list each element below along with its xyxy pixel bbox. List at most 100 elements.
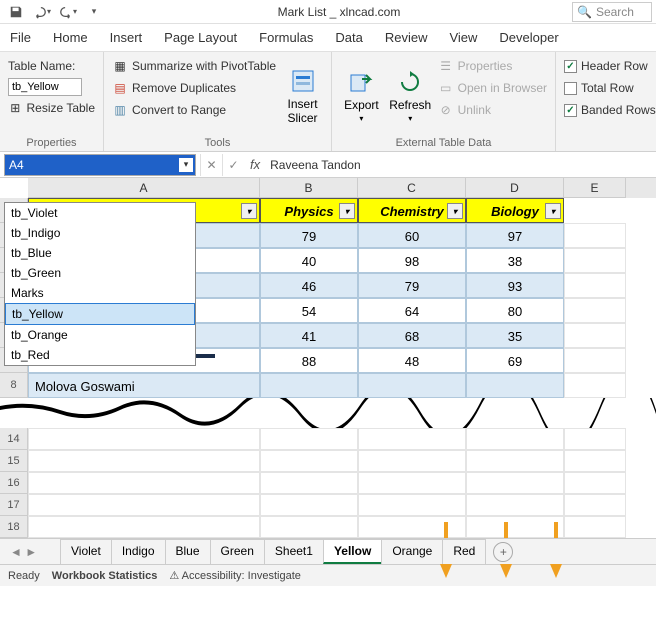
insert-slicer-button[interactable]: Insert Slicer: [282, 56, 323, 135]
filter-icon[interactable]: ▾: [545, 203, 561, 219]
name-box[interactable]: A4 ▾: [4, 154, 196, 176]
cell[interactable]: [564, 516, 626, 538]
tab-view[interactable]: View: [447, 26, 479, 49]
cell[interactable]: [28, 450, 260, 472]
qat-more-icon[interactable]: ▾: [82, 2, 106, 22]
row-header[interactable]: 17: [0, 494, 28, 516]
row-header[interactable]: 14: [0, 428, 28, 450]
cell[interactable]: [466, 494, 564, 516]
tab-data[interactable]: Data: [333, 26, 364, 49]
cell[interactable]: [358, 516, 466, 538]
filter-icon[interactable]: ▾: [447, 203, 463, 219]
name-option[interactable]: tb_Violet: [5, 203, 195, 223]
save-icon[interactable]: [4, 2, 28, 22]
sheet-nav[interactable]: ◄ ►: [10, 545, 37, 559]
banded-rows-checkbox[interactable]: Banded Rows: [564, 100, 656, 120]
cell[interactable]: [260, 450, 358, 472]
cell[interactable]: 97: [466, 223, 564, 248]
col-header-c[interactable]: C: [358, 178, 466, 198]
cell[interactable]: [564, 373, 626, 398]
sheet-tab[interactable]: Indigo: [111, 539, 166, 564]
cell[interactable]: [564, 494, 626, 516]
cell[interactable]: [260, 373, 358, 398]
tab-developer[interactable]: Developer: [497, 26, 560, 49]
cell[interactable]: [564, 273, 626, 298]
tab-pagelayout[interactable]: Page Layout: [162, 26, 239, 49]
row-header[interactable]: 15: [0, 450, 28, 472]
cell[interactable]: [466, 472, 564, 494]
cell[interactable]: 40: [260, 248, 358, 273]
sheet-tab[interactable]: Violet: [60, 539, 112, 564]
cell[interactable]: [28, 428, 260, 450]
refresh-button[interactable]: Refresh▾: [389, 56, 432, 135]
col-header-d[interactable]: D: [466, 178, 564, 198]
tab-file[interactable]: File: [8, 26, 33, 49]
name-option[interactable]: tb_Orange: [5, 325, 195, 345]
sheet-tab[interactable]: Sheet1: [264, 539, 324, 564]
cell[interactable]: 98: [358, 248, 466, 273]
accessibility-button[interactable]: ⚠ Accessibility: Investigate: [169, 569, 301, 582]
header-row-checkbox[interactable]: Header Row: [564, 56, 656, 76]
cell[interactable]: 93: [466, 273, 564, 298]
cell[interactable]: 68: [358, 323, 466, 348]
name-option[interactable]: tb_Blue: [5, 243, 195, 263]
cell[interactable]: [358, 494, 466, 516]
cell[interactable]: [564, 450, 626, 472]
row-header[interactable]: 8: [0, 373, 28, 398]
cell[interactable]: [28, 472, 260, 494]
cell[interactable]: 48: [358, 348, 466, 373]
cell[interactable]: 35: [466, 323, 564, 348]
tab-home[interactable]: Home: [51, 26, 90, 49]
cell[interactable]: Molova Goswami: [28, 373, 260, 398]
cell[interactable]: 41: [260, 323, 358, 348]
tab-review[interactable]: Review: [383, 26, 430, 49]
undo-icon[interactable]: ▾: [30, 2, 54, 22]
cell[interactable]: [466, 516, 564, 538]
cell[interactable]: 64: [358, 298, 466, 323]
cell[interactable]: 38: [466, 248, 564, 273]
cell[interactable]: [466, 428, 564, 450]
cell[interactable]: [260, 516, 358, 538]
name-box-dropdown-icon[interactable]: ▾: [179, 158, 193, 172]
remove-duplicates-button[interactable]: ▤Remove Duplicates: [112, 78, 276, 98]
cell[interactable]: [564, 223, 626, 248]
cell[interactable]: 54: [260, 298, 358, 323]
cell[interactable]: [358, 428, 466, 450]
export-button[interactable]: Export▾: [340, 56, 383, 135]
cell[interactable]: 69: [466, 348, 564, 373]
formula-value[interactable]: Raveena Tandon: [266, 158, 650, 172]
name-option[interactable]: tb_Yellow: [5, 303, 195, 325]
col-header-b[interactable]: B: [260, 178, 358, 198]
cell[interactable]: 60: [358, 223, 466, 248]
cell[interactable]: 88: [260, 348, 358, 373]
workbook-stats-button[interactable]: Workbook Statistics: [52, 570, 158, 582]
filter-icon[interactable]: ▾: [241, 203, 257, 219]
sheet-tab[interactable]: Yellow: [323, 539, 382, 564]
convert-range-button[interactable]: ▥Convert to Range: [112, 100, 276, 120]
fx-icon[interactable]: fx: [244, 157, 266, 172]
cell[interactable]: [466, 373, 564, 398]
sheet-tab[interactable]: Green: [210, 539, 265, 564]
cell[interactable]: 79: [260, 223, 358, 248]
row-header[interactable]: 18: [0, 516, 28, 538]
cell[interactable]: [28, 494, 260, 516]
sheet-tab[interactable]: Orange: [381, 539, 443, 564]
cell[interactable]: [564, 323, 626, 348]
cell[interactable]: [564, 248, 626, 273]
cell[interactable]: [358, 373, 466, 398]
table-header-cell[interactable]: Physics▾: [260, 198, 358, 223]
name-option[interactable]: Marks: [5, 283, 195, 303]
cell[interactable]: [28, 516, 260, 538]
cell[interactable]: [564, 428, 626, 450]
cell[interactable]: [358, 450, 466, 472]
table-header-cell[interactable]: Chemistry▾: [358, 198, 466, 223]
add-sheet-button[interactable]: +: [493, 542, 513, 562]
cell[interactable]: 80: [466, 298, 564, 323]
cell[interactable]: [564, 298, 626, 323]
name-option[interactable]: tb_Green: [5, 263, 195, 283]
cell[interactable]: [564, 472, 626, 494]
summarize-pivot-button[interactable]: ▦Summarize with PivotTable: [112, 56, 276, 76]
cancel-formula-icon[interactable]: ✕: [200, 154, 222, 176]
cell[interactable]: [466, 450, 564, 472]
cell[interactable]: [564, 348, 626, 373]
